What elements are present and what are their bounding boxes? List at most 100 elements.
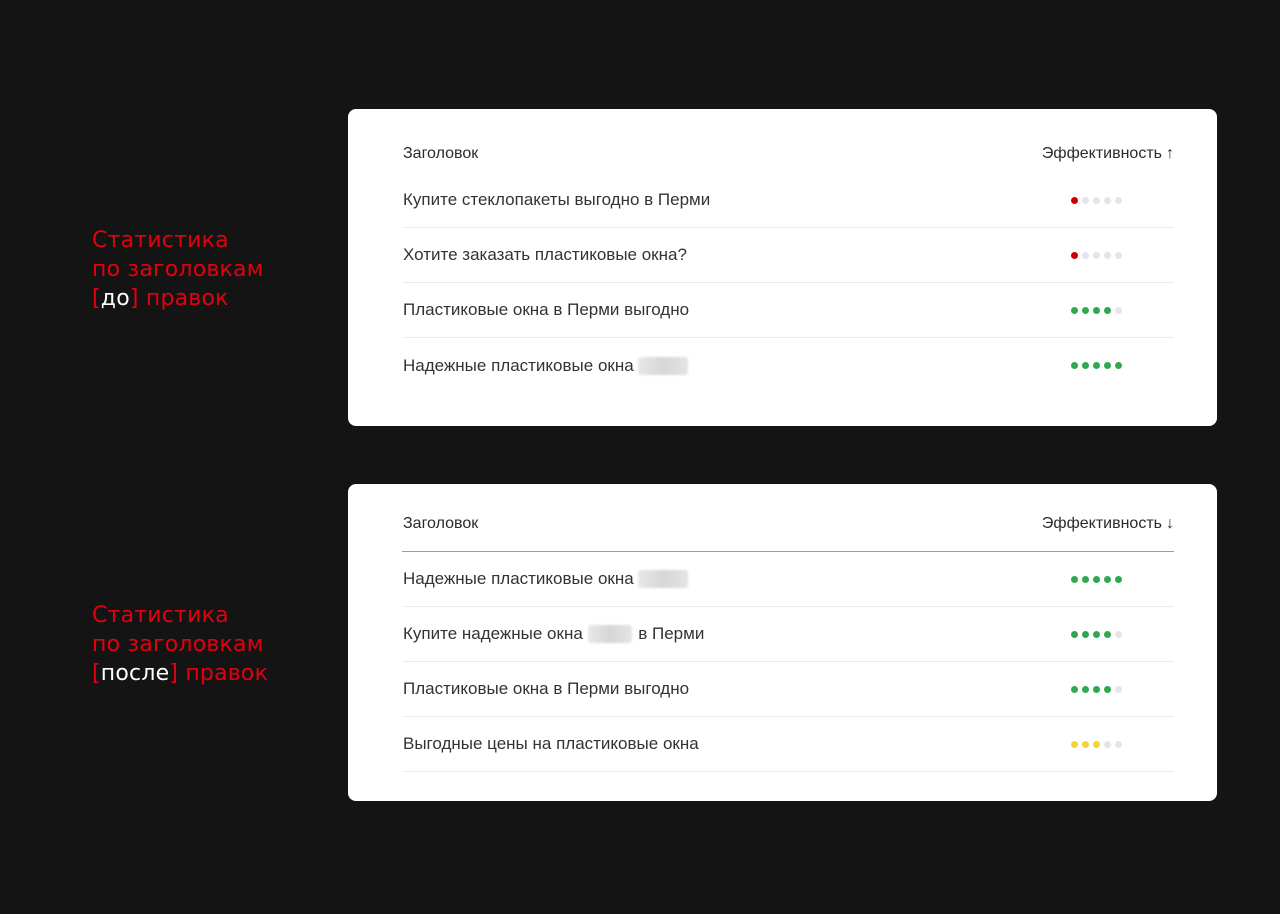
rating-dot	[1093, 306, 1100, 314]
redacted-block	[638, 356, 689, 375]
rating-dot	[1082, 251, 1089, 259]
rating-dot	[1115, 251, 1122, 259]
rating-dot	[1104, 630, 1111, 638]
table-body: Купите стеклопакеты выгодно в Перми Хотит…	[403, 173, 1174, 393]
rating-dot	[1082, 306, 1089, 314]
efficiency-rating	[1071, 362, 1122, 369]
rating-dot	[1093, 251, 1100, 259]
table-body: Надежные пластиковые окна Купите надежны…	[403, 552, 1174, 772]
caption-line-3: [после] правок	[92, 659, 268, 688]
headline-text: Купите стеклопакеты выгодно в Перми	[403, 190, 710, 210]
caption-before: Статистика по заголовкам [до] правок	[92, 226, 264, 313]
headline-text: Надежные пластиковые окна	[403, 569, 689, 589]
table-row[interactable]: Купите надежные окна в Перми	[403, 607, 1174, 662]
rating-dot	[1082, 196, 1089, 204]
table-row[interactable]: Хотите заказать пластиковые окна?	[403, 228, 1174, 283]
table-row[interactable]: Пластиковые окна в Перми выгодно	[403, 662, 1174, 717]
caption-line-1: Статистика	[92, 603, 229, 628]
column-header-efficiency[interactable]: Эффективность ↓	[1042, 515, 1174, 533]
efficiency-rating	[1071, 196, 1122, 204]
rating-dot	[1115, 740, 1122, 748]
column-header-efficiency-label: Эффективность	[1041, 515, 1162, 532]
rating-dot	[1071, 685, 1078, 693]
headline-part: Надежные пластиковые окна	[403, 569, 639, 588]
table-header: Заголовок Эффективность ↓	[403, 513, 1174, 535]
bracket-close: ]	[169, 661, 179, 686]
rating-dot	[1093, 362, 1100, 369]
rating-dot	[1115, 306, 1122, 314]
table-row[interactable]: Выгодные цены на пластиковые окна	[403, 717, 1174, 772]
caption-line-2: по заголовкам	[92, 632, 264, 657]
rating-dot	[1115, 685, 1122, 693]
arrow-up-icon: ↑	[1166, 145, 1174, 162]
table-row[interactable]: Надежные пластиковые окна	[403, 338, 1174, 393]
efficiency-rating	[1071, 251, 1122, 259]
column-header-efficiency[interactable]: Эффективность ↑	[1042, 145, 1174, 163]
redacted-block	[587, 625, 632, 643]
rating-dot	[1104, 306, 1111, 314]
headline-part: в Перми	[633, 624, 705, 643]
rating-dot	[1104, 251, 1111, 259]
caption-after: Статистика по заголовкам [после] правок	[92, 601, 268, 688]
column-header-title[interactable]: Заголовок	[403, 145, 478, 163]
rating-dot	[1082, 630, 1089, 638]
table-row[interactable]: Надежные пластиковые окна	[403, 552, 1174, 607]
headline-part: Пластиковые окна в Перми выгодно	[403, 300, 690, 319]
rating-dot	[1093, 630, 1100, 638]
column-header-efficiency-label: Эффективность	[1041, 145, 1162, 162]
caption-tail: правок	[178, 661, 269, 686]
efficiency-rating	[1071, 575, 1122, 583]
rating-dot	[1115, 362, 1122, 369]
rating-dot	[1071, 251, 1078, 259]
rating-dot	[1093, 685, 1100, 693]
rating-dot	[1093, 575, 1100, 583]
headline-part: Пластиковые окна в Перми выгодно	[403, 679, 690, 698]
rating-dot	[1082, 362, 1089, 369]
rating-dot	[1093, 196, 1100, 204]
efficiency-rating	[1071, 306, 1122, 314]
bracket-close: ]	[129, 286, 139, 311]
column-header-title[interactable]: Заголовок	[403, 515, 478, 533]
rating-dot	[1082, 575, 1089, 583]
rating-dot	[1115, 575, 1122, 583]
headline-part: Надежные пластиковые окна	[403, 355, 639, 375]
rating-dot	[1104, 196, 1111, 204]
efficiency-rating	[1071, 685, 1122, 693]
caption-tail: правок	[138, 286, 229, 311]
table-row[interactable]: Купите стеклопакеты выгодно в Перми	[403, 173, 1174, 228]
headline-part: Хотите заказать пластиковые окна?	[403, 245, 687, 264]
caption-highlight: до	[100, 286, 130, 311]
rating-dot	[1071, 575, 1078, 583]
headline-text: Надежные пластиковые окна	[403, 355, 689, 376]
efficiency-rating	[1071, 630, 1122, 638]
rating-dot	[1104, 575, 1111, 583]
rating-dot	[1093, 740, 1100, 748]
caption-highlight: после	[100, 661, 170, 686]
rating-dot	[1082, 740, 1089, 748]
headline-text: Хотите заказать пластиковые окна?	[403, 245, 687, 265]
caption-line-2: по заголовкам	[92, 257, 264, 282]
headline-text: Выгодные цены на пластиковые окна	[403, 734, 699, 754]
rating-dot	[1115, 196, 1122, 204]
headline-part: Купите стеклопакеты выгодно в Перми	[403, 190, 711, 209]
bracket-open: [	[92, 661, 101, 686]
rating-dot	[1104, 362, 1111, 369]
headline-stats-table-before: Заголовок Эффективность ↑ Купите стеклопа…	[348, 109, 1217, 426]
rating-dot	[1104, 740, 1111, 748]
table-header: Заголовок Эффективность ↑	[403, 143, 1174, 165]
headline-stats-table-after: Заголовок Эффективность ↓ Надежные пласти…	[348, 484, 1217, 801]
headline-text: Пластиковые окна в Перми выгодно	[403, 300, 689, 320]
arrow-down-icon: ↓	[1166, 515, 1174, 532]
headline-part: Купите надежные окна	[403, 624, 588, 643]
headline-part: Выгодные цены на пластиковые окна	[403, 734, 699, 753]
bracket-open: [	[92, 286, 101, 311]
efficiency-rating	[1071, 740, 1122, 748]
caption-line-3: [до] правок	[92, 284, 264, 313]
redacted-block	[638, 570, 689, 588]
headline-text: Купите надежные окна в Перми	[403, 624, 704, 644]
rating-dot	[1071, 306, 1078, 314]
table-row[interactable]: Пластиковые окна в Перми выгодно	[403, 283, 1174, 338]
rating-dot	[1071, 362, 1078, 369]
rating-dot	[1104, 685, 1111, 693]
caption-line-1: Статистика	[92, 228, 229, 253]
